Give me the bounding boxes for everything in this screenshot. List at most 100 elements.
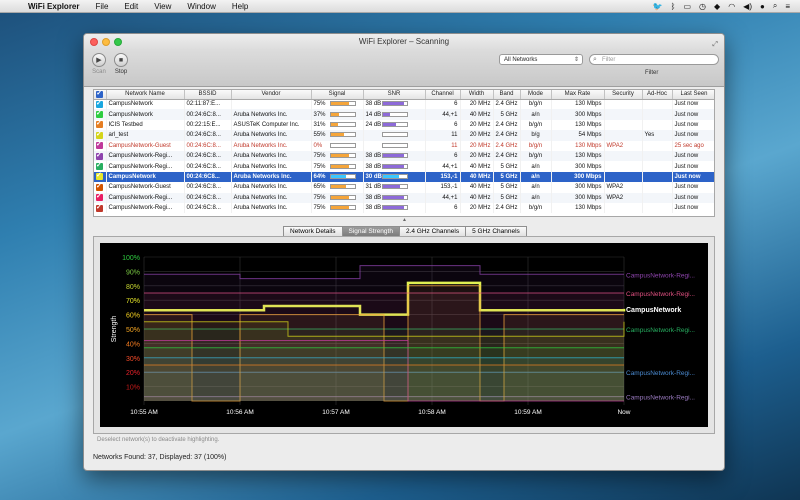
column-header[interactable]: BSSID xyxy=(184,90,232,100)
row-checkbox[interactable] xyxy=(96,193,103,202)
y-tick-label: 30% xyxy=(126,356,140,363)
select-all-checkbox[interactable] xyxy=(96,90,104,98)
column-header[interactable]: Channel xyxy=(425,90,461,100)
cell-vendor: Aruba Networks Inc. xyxy=(231,192,312,203)
menu-help[interactable]: Help xyxy=(224,0,256,13)
table-row[interactable]: CampusNetwork-Regi...00:24:6C:8...Aruba … xyxy=(94,150,714,162)
cell-security xyxy=(604,109,643,120)
airplay-icon[interactable]: ▭ xyxy=(679,2,695,11)
y-tick-label: 50% xyxy=(126,327,140,334)
cell-band: 2.4 GHz xyxy=(493,202,521,214)
close-button[interactable] xyxy=(90,38,98,46)
cell-max-rate: 300 Mbps xyxy=(551,109,605,120)
row-checkbox[interactable] xyxy=(96,99,103,108)
cell-adhoc xyxy=(642,109,673,120)
cell-vendor: Aruba Networks Inc. xyxy=(231,150,312,162)
column-header[interactable]: Vendor xyxy=(231,90,312,100)
cell-channel: 153,-1 xyxy=(425,182,461,193)
cell-name: CampusNetwork xyxy=(106,171,185,183)
cell-security: WPA2 xyxy=(604,192,643,203)
cell-name: CampusNetwork-Regi... xyxy=(106,161,185,172)
table-row[interactable]: arl_test00:24:6C:8...Aruba Networks Inc.… xyxy=(94,130,714,141)
stop-button[interactable]: ■ Stop xyxy=(110,53,132,75)
column-header[interactable]: SNR xyxy=(363,90,426,100)
minimize-button[interactable] xyxy=(102,38,110,46)
snr-bar-fill xyxy=(382,102,405,106)
cell-band: 2.4 GHz xyxy=(493,99,521,110)
bluetooth-icon[interactable]: ᛒ xyxy=(667,2,680,11)
cell-vendor: ASUSTeK Computer Inc. xyxy=(231,119,312,131)
column-header[interactable]: Security xyxy=(604,90,643,100)
cell-signal: 0% xyxy=(311,140,364,151)
snr-bar xyxy=(381,184,408,190)
row-checkbox[interactable] xyxy=(96,109,103,119)
menu-window[interactable]: Window xyxy=(179,0,223,13)
cell-security xyxy=(604,161,643,172)
column-header[interactable]: Signal xyxy=(311,90,364,100)
zoom-button[interactable] xyxy=(114,38,122,46)
scan-button[interactable]: ▶ Scan xyxy=(88,53,110,75)
menu-view[interactable]: View xyxy=(146,0,179,13)
snr-bar-fill xyxy=(382,206,405,210)
row-checkbox[interactable] xyxy=(96,120,103,129)
table-row[interactable]: CampusNetwork02:11:87:E... 75% 38 dB 620 MH… xyxy=(94,99,714,110)
row-checkbox[interactable] xyxy=(96,151,103,160)
splitter-handle-icon[interactable]: ▲ xyxy=(402,217,407,223)
cell-vendor xyxy=(231,99,312,110)
cell-band: 2.4 GHz xyxy=(493,130,521,141)
search-icon[interactable]: ⌕ xyxy=(769,1,781,11)
menu-file[interactable]: File xyxy=(88,0,117,13)
cell-security xyxy=(604,171,643,183)
table-row[interactable]: CampusNetwork-Guest00:24:6C:8...Aruba Ne… xyxy=(94,140,714,151)
row-checkbox-cell xyxy=(94,161,107,172)
row-checkbox[interactable] xyxy=(96,172,103,181)
cell-channel: 44,+1 xyxy=(425,161,461,172)
list-icon[interactable]: ≡ xyxy=(781,2,794,11)
table-row[interactable]: CampusNetwork-Regi...00:24:6C:8...Aruba … xyxy=(94,202,714,214)
row-checkbox[interactable] xyxy=(96,130,103,139)
x-tick-label: Now xyxy=(617,409,630,416)
snr-value: 38 dB xyxy=(365,153,382,160)
cell-max-rate: 130 Mbps xyxy=(551,119,605,131)
table-row[interactable]: CampusNetwork-Guest00:24:6C:8...Aruba Ne… xyxy=(94,182,714,193)
snr-value: 38 dB xyxy=(365,101,382,108)
table-row[interactable]: CampusNetwork-Regi...00:24:6C:8...Aruba … xyxy=(94,161,714,172)
table-row[interactable]: ICIS Testbed00:22:15:E...ASUSTeK Compute… xyxy=(94,119,714,131)
menu-bar: WiFi Explorer File Edit View Window Help… xyxy=(0,0,800,13)
cell-name: CampusNetwork-Regi... xyxy=(106,192,185,203)
cell-width: 20 MHz xyxy=(460,202,494,214)
row-checkbox[interactable] xyxy=(96,141,103,150)
cell-adhoc xyxy=(642,182,673,193)
table-row[interactable]: CampusNetwork-Regi...00:24:6C:8...Aruba … xyxy=(94,192,714,203)
dropbox-icon[interactable]: ◆ xyxy=(710,2,724,11)
wifi-icon[interactable]: ◠ xyxy=(724,2,739,11)
column-header[interactable]: Max Rate xyxy=(551,90,605,100)
timemachine-icon[interactable]: ◷ xyxy=(695,2,710,11)
filter-input[interactable]: ⌕ Filter xyxy=(589,54,719,65)
row-checkbox-cell xyxy=(94,130,107,141)
cell-adhoc xyxy=(642,140,673,151)
cell-security: WPA2 xyxy=(604,182,643,193)
volume-icon[interactable]: ◀) xyxy=(739,2,756,11)
menu-app-name[interactable]: WiFi Explorer xyxy=(20,0,88,13)
menu-edit[interactable]: Edit xyxy=(116,0,146,13)
row-checkbox[interactable] xyxy=(96,161,103,170)
column-header-select[interactable] xyxy=(94,90,107,100)
user-icon[interactable]: ● xyxy=(756,2,769,11)
signal-value: 0% xyxy=(313,142,323,149)
table-row[interactable]: CampusNetwork00:24:6C8...Aruba Networks … xyxy=(94,171,714,183)
column-header[interactable]: Band xyxy=(493,90,521,100)
row-checkbox[interactable] xyxy=(96,182,103,191)
row-checkbox[interactable] xyxy=(96,203,103,212)
column-header[interactable]: Ad-Hoc xyxy=(642,90,673,100)
column-header[interactable]: Mode xyxy=(520,90,552,100)
y-tick-label: 60% xyxy=(126,313,140,320)
networks-select[interactable]: All Networks ⇕ xyxy=(499,54,583,65)
column-header[interactable]: Network Name xyxy=(106,90,185,100)
column-header[interactable]: Width xyxy=(460,90,494,100)
table-row[interactable]: CampusNetwork00:24:6C:8...Aruba Networks… xyxy=(94,109,714,120)
play-icon: ▶ xyxy=(92,53,106,67)
column-header[interactable]: Last Seen xyxy=(672,90,714,100)
cell-adhoc xyxy=(642,150,673,162)
twitter-icon[interactable]: 🐦 xyxy=(649,2,667,11)
